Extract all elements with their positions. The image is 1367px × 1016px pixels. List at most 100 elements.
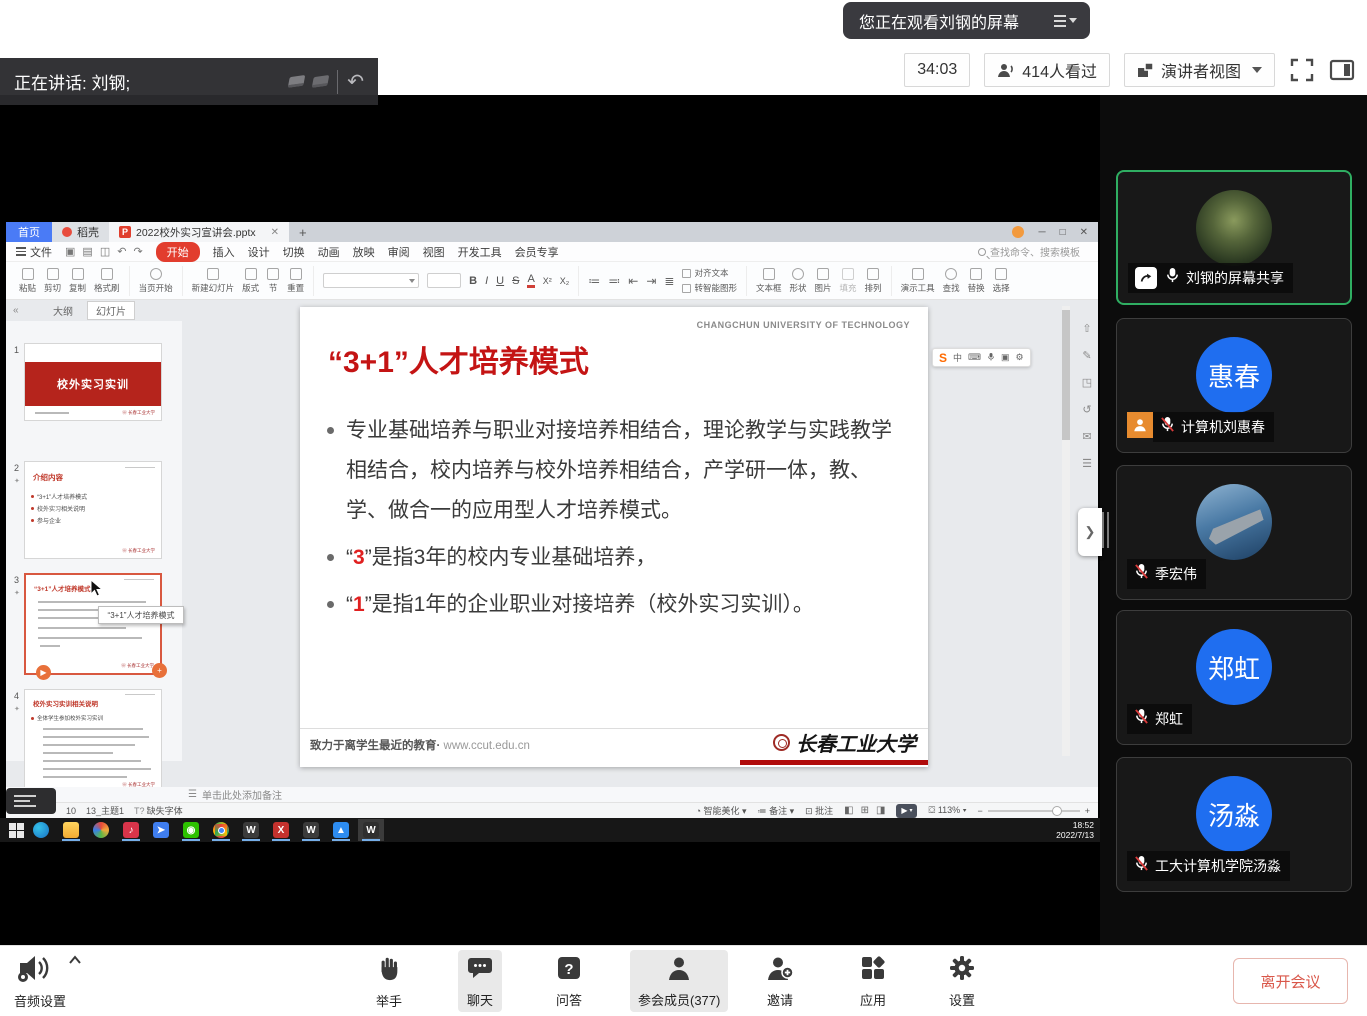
fullscreen-button[interactable] — [1289, 57, 1315, 83]
fill-button[interactable]: 填充 — [840, 268, 857, 294]
participant-tile[interactable]: 汤淼 工大计算机学院汤淼 — [1116, 757, 1352, 892]
music-app-icon[interactable]: ♪ — [118, 819, 144, 841]
layout-button[interactable]: 版式 — [242, 268, 259, 294]
select-button[interactable]: 选择 — [993, 268, 1010, 294]
browser-360-icon[interactable] — [88, 819, 114, 841]
menu-design[interactable]: 设计 — [248, 244, 270, 260]
participants-button[interactable]: 参会成员(377) — [630, 950, 728, 1012]
invite-button[interactable]: 邀请 — [758, 950, 802, 1012]
underline-button[interactable]: U — [496, 275, 504, 287]
superscript-button[interactable]: X² — [543, 276, 552, 286]
strikethrough-button[interactable]: S — [512, 275, 519, 287]
edge-icon[interactable] — [28, 819, 54, 841]
edit-icon[interactable]: ✎ — [1082, 349, 1091, 362]
bullet-list-icon[interactable]: ≔ — [588, 274, 600, 288]
audio-options-chevron[interactable] — [68, 952, 82, 970]
align-text-button[interactable]: 对齐文本 — [682, 267, 737, 279]
to-smartart-button[interactable]: 转智能图形 — [682, 282, 737, 294]
missing-font-warning[interactable]: T? 缺失字体 — [134, 804, 183, 817]
thunder-app-icon[interactable]: ➤ — [148, 819, 174, 841]
menu-member[interactable]: 会员专享 — [515, 244, 559, 260]
reset-button[interactable]: 重置 — [287, 268, 304, 294]
tab-home[interactable]: 首页 — [6, 222, 52, 242]
reading-view-icon[interactable]: ◨ — [876, 805, 885, 816]
section-button[interactable]: 节 — [267, 268, 279, 294]
subscript-button[interactable]: X₂ — [560, 276, 570, 286]
print-icon[interactable]: ▤ — [82, 245, 92, 258]
line-spacing-icon[interactable]: ≣ — [664, 274, 674, 288]
menu-devtools[interactable]: 开发工具 — [458, 244, 502, 260]
apps-button[interactable]: 应用 — [851, 950, 895, 1012]
participant-tile-sharing[interactable]: 刘钢的屏幕共享 — [1116, 170, 1352, 305]
font-color-button[interactable]: A — [527, 273, 534, 288]
notes-bar[interactable]: ☰ 单击此处添加备注 — [6, 787, 1098, 802]
floating-meeting-toolbar[interactable] — [6, 788, 56, 814]
sidebar-resize-grip[interactable] — [1102, 512, 1109, 548]
textbox-button[interactable]: 文本框 — [756, 268, 782, 294]
cut-button[interactable]: 剪切 — [44, 268, 61, 294]
highlighter-icon[interactable] — [312, 75, 330, 88]
meeting-app-icon[interactable]: ▲ — [328, 819, 354, 841]
format-painter-button[interactable]: 格式刷 — [94, 268, 120, 294]
font-family-select[interactable] — [323, 273, 419, 288]
redo-icon[interactable]: ↷ — [133, 245, 142, 258]
ime-mic-icon[interactable] — [987, 352, 995, 364]
zoom-slider-knob[interactable] — [1052, 806, 1062, 816]
close-tab-icon[interactable]: ✕ — [271, 227, 279, 238]
replace-button[interactable]: 替换 — [968, 268, 985, 294]
fit-zoom-button[interactable]: ⛋ 113% ▾ — [928, 805, 966, 816]
mail-icon[interactable]: ✉ — [1082, 430, 1091, 443]
settings-button[interactable]: 设置 — [940, 950, 984, 1012]
ime-lang-icon[interactable]: 中 — [953, 351, 962, 364]
menu-start[interactable]: 开始 — [156, 242, 200, 262]
qa-button[interactable]: ? 问答 — [547, 950, 591, 1012]
banner-menu-icon[interactable] — [1050, 8, 1080, 34]
new-slide-quick-button[interactable]: + — [152, 663, 167, 678]
menu-review[interactable]: 审阅 — [388, 244, 410, 260]
more-icon[interactable]: ☰ — [1082, 457, 1092, 470]
side-panel-toggle-button[interactable] — [1329, 58, 1355, 82]
tab-slides[interactable]: 幻灯片 — [87, 301, 135, 320]
audio-settings-button[interactable]: 音频设置 — [14, 952, 82, 1010]
slideshow-play-button[interactable]: ▶▾ — [896, 804, 917, 818]
new-slide-button[interactable]: 新建幻灯片 — [192, 268, 235, 294]
present-tools-button[interactable]: 演示工具 — [901, 268, 935, 294]
picture-button[interactable]: 图片 — [815, 268, 832, 294]
zoom-slider-track[interactable] — [988, 810, 1080, 812]
maximize-icon[interactable]: □ — [1060, 227, 1066, 238]
ime-tool-icon[interactable]: ▣ — [1001, 352, 1010, 363]
start-button[interactable] — [9, 823, 24, 838]
file-explorer-icon[interactable] — [58, 819, 84, 841]
sorter-view-icon[interactable]: ⊞ — [861, 805, 869, 816]
save-icon[interactable]: ▣ — [65, 245, 75, 258]
undo-icon[interactable]: ↶ — [117, 245, 126, 258]
copy-button[interactable]: 复制 — [69, 268, 86, 294]
wps-active-icon[interactable]: W — [358, 819, 384, 841]
close-icon[interactable]: ✕ — [1080, 227, 1088, 238]
find-button[interactable]: 查找 — [943, 268, 960, 294]
menu-transition[interactable]: 切换 — [283, 244, 305, 260]
marker-icon[interactable] — [288, 75, 306, 88]
chrome-icon[interactable] — [208, 819, 234, 841]
view-mode-select[interactable]: 演讲者视图 — [1124, 53, 1275, 87]
share-up-icon[interactable]: ⇧ — [1082, 322, 1091, 335]
command-search[interactable]: 查找命令、搜索模板 — [978, 244, 1088, 259]
comment-panel-icon[interactable]: ◳ — [1082, 376, 1092, 389]
shape-button[interactable]: 形状 — [790, 268, 807, 294]
play-animation-badge[interactable]: ▶ — [36, 665, 51, 680]
collapse-panel-icon[interactable]: « — [13, 305, 19, 316]
tab-docer[interactable]: 稻壳 — [52, 222, 109, 242]
chat-button[interactable]: 聊天 — [458, 950, 502, 1012]
preview-icon[interactable]: ◫ — [100, 245, 110, 258]
slide-thumbnail-4[interactable]: 校外实习实训相关说明 全体学生参加校外实习实训 ❀ 长春工业大学 — [24, 689, 162, 793]
bold-button[interactable]: B — [469, 275, 477, 287]
ime-logo-icon[interactable]: S — [939, 351, 947, 365]
slide-thumbnail-2[interactable]: 介绍内容 “3+1”人才培养模式 校外实习相关说明 参与企业 ❀ 长春工业大学 — [24, 461, 162, 559]
minimize-icon[interactable]: ─ — [1038, 227, 1045, 238]
paste-button[interactable]: 粘贴 — [19, 268, 36, 294]
account-avatar[interactable] — [1012, 226, 1024, 238]
menu-animation[interactable]: 动画 — [318, 244, 340, 260]
red-x-app-icon[interactable]: X — [268, 819, 294, 841]
participant-tile[interactable]: 季宏伟 — [1116, 465, 1352, 600]
indent-decrease-icon[interactable]: ⇤ — [628, 274, 638, 288]
